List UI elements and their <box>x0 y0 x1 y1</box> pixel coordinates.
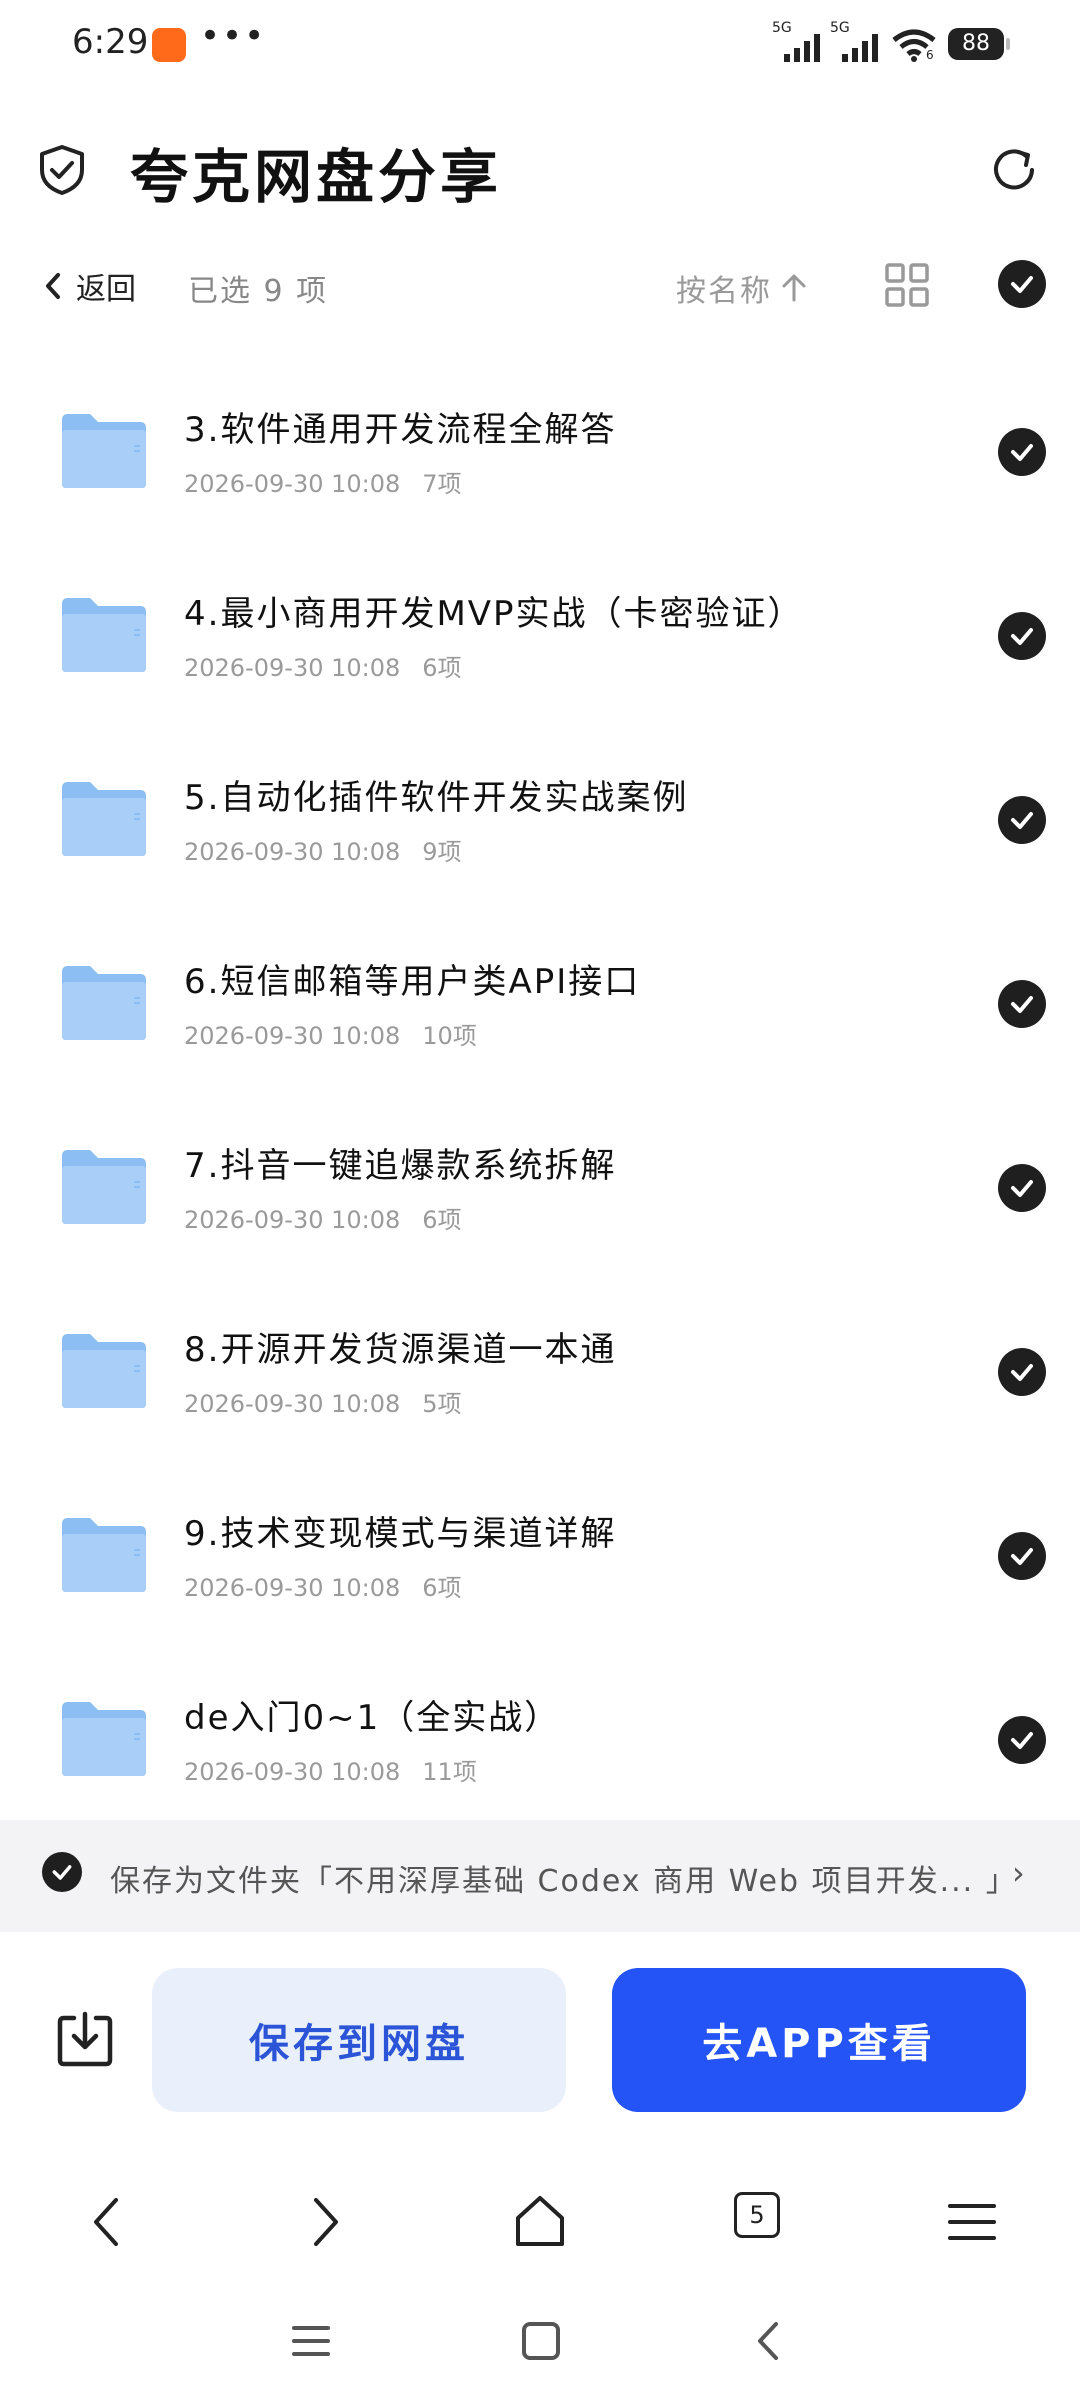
file-name: 7.抖音一键追爆款系统拆解 <box>184 1146 617 1186</box>
file-date: 2026-09-30 10:08 <box>184 1390 401 1418</box>
home-icon[interactable] <box>510 2192 570 2252</box>
system-back-icon[interactable] <box>744 2316 794 2366</box>
system-home-icon[interactable] <box>516 2316 566 2366</box>
file-name: de入门0~1（全实战） <box>184 1698 561 1738</box>
app-notification-icon <box>152 28 186 62</box>
item-check-icon[interactable] <box>998 1164 1046 1212</box>
back-label: 返回 <box>76 272 136 307</box>
status-bar: 6:29 ••• 5G 5G 6 88 <box>0 0 1080 90</box>
tabs-icon[interactable]: 5 <box>734 2192 780 2238</box>
file-date: 2026-09-30 10:08 <box>184 1022 401 1050</box>
file-meta: 2026-09-30 10:08 9项 <box>184 832 462 867</box>
file-name: 9.技术变现模式与渠道详解 <box>184 1514 617 1554</box>
file-meta: 2026-09-30 10:08 10项 <box>184 1016 477 1051</box>
item-check-icon[interactable] <box>998 796 1046 844</box>
list-item[interactable]: 9.技术变现模式与渠道详解 2026-09-30 10:08 6项 <box>0 1464 1080 1648</box>
file-date: 2026-09-30 10:08 <box>184 654 401 682</box>
action-bar: 保存到网盘 去APP查看 <box>0 1960 1080 2120</box>
file-name: 3.软件通用开发流程全解答 <box>184 410 617 450</box>
item-check-icon[interactable] <box>998 1716 1046 1764</box>
browser-toolbar: 5 <box>0 2170 1080 2270</box>
folder-icon <box>62 598 146 672</box>
open-in-app-button[interactable]: 去APP查看 <box>612 1968 1026 2112</box>
file-count: 5项 <box>422 1390 462 1418</box>
back-button[interactable]: 返回 <box>44 264 136 308</box>
file-count: 6项 <box>422 1206 462 1234</box>
refresh-icon[interactable] <box>988 144 1040 196</box>
item-check-icon[interactable] <box>998 428 1046 476</box>
file-date: 2026-09-30 10:08 <box>184 1574 401 1602</box>
file-meta: 2026-09-30 10:08 7项 <box>184 464 462 499</box>
folder-icon <box>62 966 146 1040</box>
battery-indicator: 88 <box>948 28 1004 60</box>
list-item[interactable]: 5.自动化插件软件开发实战案例 2026-09-30 10:08 9项 <box>0 728 1080 912</box>
wifi-sub: 6 <box>926 48 934 62</box>
file-date: 2026-09-30 10:08 <box>184 470 401 498</box>
sort-button[interactable]: 按名称 <box>676 266 808 310</box>
list-item[interactable]: de入门0~1（全实战） 2026-09-30 10:08 11项 <box>0 1648 1080 1832</box>
folder-icon <box>62 1150 146 1224</box>
file-count: 9项 <box>422 838 462 866</box>
menu-icon[interactable] <box>942 2192 1002 2252</box>
folder-icon <box>62 1518 146 1592</box>
file-meta: 2026-09-30 10:08 6项 <box>184 1568 462 1603</box>
item-check-icon[interactable] <box>998 980 1046 1028</box>
browser-forward-icon[interactable] <box>294 2192 354 2252</box>
save-as-folder-option[interactable]: 保存为文件夹「不用深厚基础 Codex 商用 Web 项目开发... 」 › <box>0 1820 1080 1932</box>
grid-view-icon[interactable] <box>884 262 930 308</box>
file-count: 6项 <box>422 1574 462 1602</box>
item-check-icon[interactable] <box>998 612 1046 660</box>
shield-check-icon[interactable] <box>38 144 86 196</box>
file-meta: 2026-09-30 10:08 6项 <box>184 1200 462 1235</box>
file-name: 6.短信邮箱等用户类API接口 <box>184 962 641 1002</box>
list-item[interactable]: 7.抖音一键追爆款系统拆解 2026-09-30 10:08 6项 <box>0 1096 1080 1280</box>
item-check-icon[interactable] <box>998 1532 1046 1580</box>
status-time: 6:29 <box>72 22 149 62</box>
selection-bar: 返回 已选 9 项 按名称 <box>0 250 1080 320</box>
file-count: 10项 <box>422 1022 477 1050</box>
header: 夸克网盘分享 <box>0 110 1080 220</box>
file-date: 2026-09-30 10:08 <box>184 1206 401 1234</box>
system-nav-bar <box>0 2300 1080 2400</box>
browser-back-icon[interactable] <box>78 2192 138 2252</box>
sort-label: 按名称 <box>676 274 772 309</box>
battery-tip <box>1006 38 1010 50</box>
file-date: 2026-09-30 10:08 <box>184 1758 401 1786</box>
file-meta: 2026-09-30 10:08 6项 <box>184 648 462 683</box>
folder-icon <box>62 414 146 488</box>
download-icon[interactable] <box>56 2010 114 2068</box>
file-meta: 2026-09-30 10:08 5项 <box>184 1384 462 1419</box>
save-as-folder-check-icon[interactable] <box>42 1852 82 1892</box>
file-count: 7项 <box>422 470 462 498</box>
file-name: 4.最小商用开发MVP实战（卡密验证） <box>184 594 804 634</box>
back-chevron-icon <box>46 273 60 299</box>
list-item[interactable]: 8.开源开发货源渠道一本通 2026-09-30 10:08 5项 <box>0 1280 1080 1464</box>
page-title: 夸克网盘分享 <box>130 143 503 211</box>
folder-icon <box>62 1702 146 1776</box>
save-to-drive-button[interactable]: 保存到网盘 <box>152 1968 566 2112</box>
folder-icon <box>62 782 146 856</box>
list-item[interactable]: 6.短信邮箱等用户类API接口 2026-09-30 10:08 10项 <box>0 912 1080 1096</box>
select-all-check-icon[interactable] <box>998 260 1046 308</box>
file-date: 2026-09-30 10:08 <box>184 838 401 866</box>
file-meta: 2026-09-30 10:08 11项 <box>184 1752 477 1787</box>
file-count: 6项 <box>422 654 462 682</box>
status-more-icon: ••• <box>200 16 267 56</box>
sort-up-arrow-icon <box>782 274 806 302</box>
file-name: 5.自动化插件软件开发实战案例 <box>184 778 689 818</box>
item-check-icon[interactable] <box>998 1348 1046 1396</box>
signal-bars-2-icon <box>842 30 878 62</box>
selected-count: 已选 9 项 <box>188 274 329 309</box>
list-item[interactable]: 4.最小商用开发MVP实战（卡密验证） 2026-09-30 10:08 6项 <box>0 544 1080 728</box>
folder-icon <box>62 1334 146 1408</box>
recent-apps-icon[interactable] <box>286 2316 336 2366</box>
file-name: 8.开源开发货源渠道一本通 <box>184 1330 617 1370</box>
chevron-right-icon[interactable]: › <box>1012 1854 1025 1892</box>
signal-bars-1-icon <box>784 30 820 62</box>
save-as-folder-label: 保存为文件夹「不用深厚基础 Codex 商用 Web 项目开发... 」 <box>110 1864 1018 1899</box>
file-count: 11项 <box>422 1758 477 1786</box>
list-item[interactable]: 3.软件通用开发流程全解答 2026-09-30 10:08 7项 <box>0 360 1080 544</box>
